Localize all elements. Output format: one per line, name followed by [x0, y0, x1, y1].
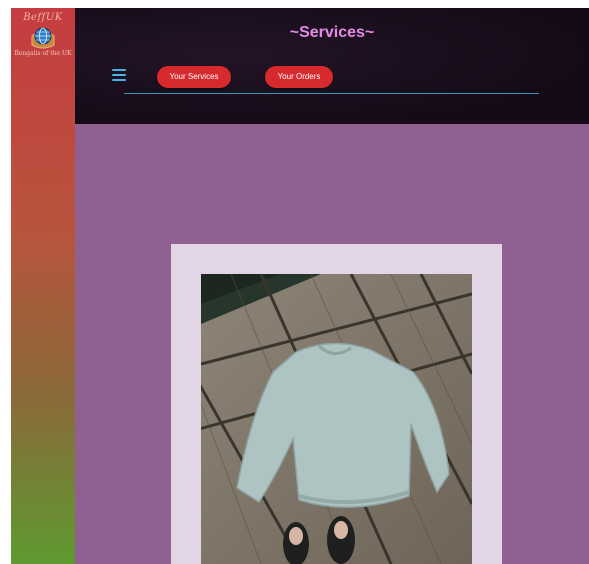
service-card[interactable] — [171, 244, 502, 564]
brand-tagline: Bengalis of the UK — [14, 50, 72, 57]
globe-icon — [31, 27, 55, 49]
sweater-photo — [201, 274, 472, 564]
page-title: ~Services~ — [289, 24, 375, 41]
hamburger-menu-icon[interactable] — [112, 69, 126, 81]
your-orders-button[interactable]: Your Orders — [265, 66, 333, 88]
sidebar: BeffUK Bengalis of the UK — [11, 8, 75, 564]
service-image[interactable] — [201, 274, 472, 564]
main-content — [75, 124, 589, 564]
header-bar: ~Services~ Your Services Your Orders — [75, 8, 589, 124]
header-divider — [124, 93, 539, 94]
brand-logo[interactable]: BeffUK Bengalis of the UK — [11, 12, 75, 57]
your-services-button[interactable]: Your Services — [157, 66, 231, 88]
brand-name: BeffUK — [23, 12, 63, 23]
